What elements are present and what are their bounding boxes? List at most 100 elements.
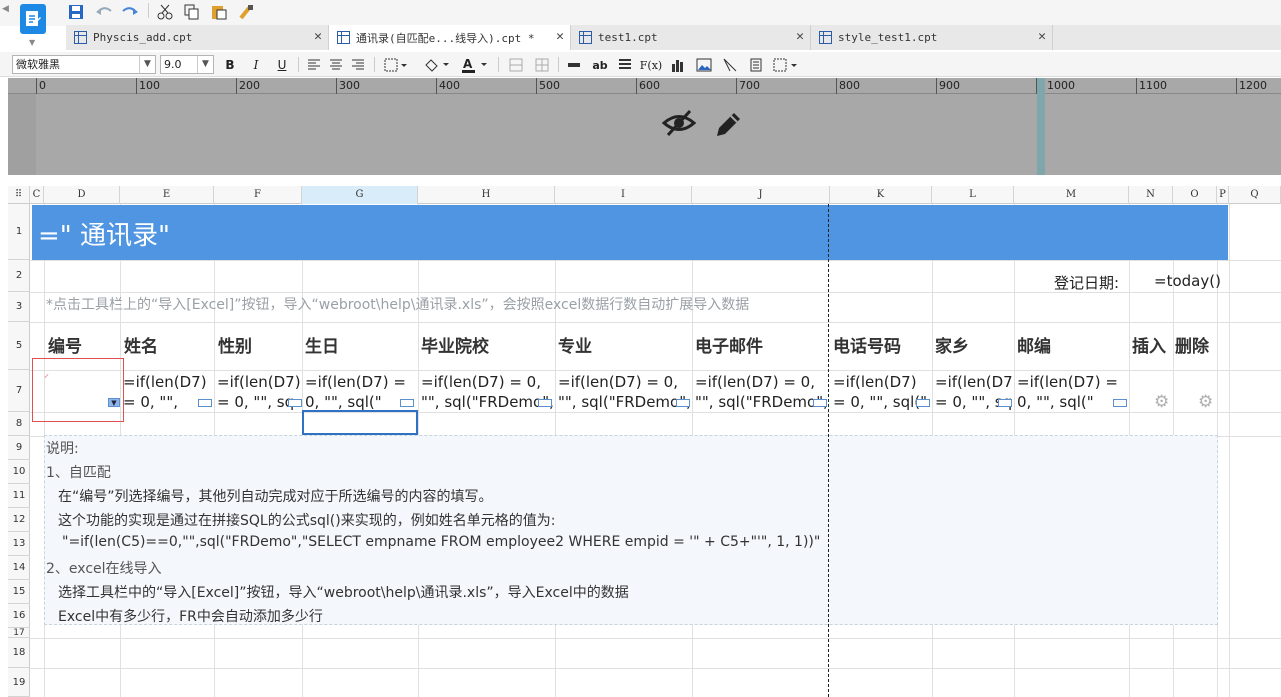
column-header[interactable]: G: [302, 186, 418, 204]
page-break-line: [828, 204, 829, 697]
edit-pencil-icon[interactable]: [712, 110, 744, 143]
cut-icon[interactable]: [155, 2, 175, 22]
column-header[interactable]: P: [1217, 186, 1229, 204]
column-header[interactable]: I: [555, 186, 692, 204]
border-icon[interactable]: [382, 56, 410, 74]
bold-button[interactable]: B: [222, 56, 238, 74]
formula-cell[interactable]: =if(len(D7) = 0, "", sql("FRDemo", ": [695, 372, 829, 412]
note-line: 这个功能的实现是通过在拼接SQL的公式sql()来实现的，例如姓名单元格的值为:: [58, 513, 556, 529]
row-header[interactable]: 2: [8, 260, 30, 292]
align-right-icon[interactable]: [350, 56, 366, 74]
align-left-icon[interactable]: [306, 56, 322, 74]
ruler-label: 0: [39, 79, 46, 92]
column-header[interactable]: F: [214, 186, 302, 204]
collapse-arrow-icon[interactable]: ◀: [2, 4, 9, 14]
tab-contacts[interactable]: 通讯录(自匹配e...线导入).cpt * ✕: [329, 25, 571, 50]
save-icon[interactable]: [66, 2, 86, 22]
format-painter-icon[interactable]: [236, 2, 256, 22]
formula-cell[interactable]: =if(len(D7) = 0, "", sql("FRDemo", ": [558, 372, 691, 412]
tab-physcis-add[interactable]: Physcis_add.cpt ✕: [66, 25, 329, 50]
tab-style-test1[interactable]: style_test1.cpt ✕: [811, 25, 1053, 50]
split-cells-icon[interactable]: [534, 56, 550, 74]
column-header[interactable]: M: [1014, 186, 1129, 204]
tab-test1[interactable]: test1.cpt ✕: [571, 25, 811, 50]
font-size-select[interactable]: 9.0 ▼: [160, 55, 214, 74]
sub-report-icon[interactable]: [748, 56, 764, 74]
page-header-area: 0 100 200 300 400 500 600 700 800 900 10…: [8, 78, 1281, 175]
row-header[interactable]: 9: [8, 436, 30, 460]
tab-bar: Physcis_add.cpt ✕ 通讯录(自匹配e...线导入).cpt * …: [66, 25, 1281, 50]
formula-button[interactable]: F(x): [640, 56, 662, 74]
note-line: 1、自匹配: [46, 465, 111, 481]
chevron-down-icon[interactable]: ▼: [197, 56, 213, 73]
row-header[interactable]: 14: [8, 556, 30, 580]
row-header[interactable]: 13: [8, 532, 30, 556]
column-header[interactable]: J: [692, 186, 830, 204]
insert-text-icon[interactable]: [566, 56, 582, 74]
column-header[interactable]: E: [120, 186, 214, 204]
delete-gear-icon[interactable]: ⚙: [1198, 392, 1213, 412]
row-header[interactable]: 15: [8, 580, 30, 604]
chart-icon[interactable]: [670, 56, 686, 74]
insert-gear-icon[interactable]: ⚙: [1154, 392, 1169, 412]
widget-marker-icon: [813, 399, 827, 407]
image-icon[interactable]: [696, 56, 712, 74]
row-header[interactable]: 16: [8, 604, 30, 628]
row-header[interactable]: 5: [8, 322, 30, 370]
row-header[interactable]: 17: [8, 628, 30, 638]
title-band[interactable]: [32, 205, 1228, 260]
row-header[interactable]: 8: [8, 412, 30, 436]
formula-cell[interactable]: =if(len(D7) = 0, "", sql(": [1017, 372, 1128, 412]
close-icon[interactable]: ✕: [1038, 29, 1046, 44]
paste-icon[interactable]: [209, 2, 229, 22]
date-formula-cell[interactable]: =today(): [1154, 272, 1221, 290]
row-header[interactable]: 10: [8, 460, 30, 484]
row-header[interactable]: 7: [8, 370, 30, 412]
selected-cell-g8[interactable]: [302, 410, 418, 435]
app-menu-chevron-icon[interactable]: ▼: [29, 38, 35, 47]
column-header[interactable]: N: [1129, 186, 1173, 204]
text-cell-button[interactable]: ab: [592, 56, 608, 74]
copy-icon[interactable]: [182, 2, 202, 22]
undo-icon[interactable]: [94, 2, 114, 22]
column-header[interactable]: H: [418, 186, 555, 204]
close-icon[interactable]: ✕: [556, 29, 564, 44]
font-family-select[interactable]: 微软雅黑 ▼: [12, 55, 156, 74]
italic-button[interactable]: I: [248, 56, 264, 74]
widget-icon[interactable]: [772, 56, 800, 74]
row-header[interactable]: 11: [8, 484, 30, 508]
row-header[interactable]: 18: [8, 638, 30, 668]
close-icon[interactable]: ✕: [314, 29, 322, 44]
column-header[interactable]: L: [932, 186, 1014, 204]
row-header[interactable]: 3: [8, 292, 30, 322]
fill-color-icon[interactable]: [422, 56, 452, 74]
grid-line: [30, 412, 1281, 413]
hide-eye-icon[interactable]: [661, 108, 697, 141]
page-boundary-marker[interactable]: [1037, 78, 1045, 175]
redo-icon[interactable]: [120, 2, 140, 22]
column-header[interactable]: Q: [1229, 186, 1281, 204]
row-header[interactable]: 1: [8, 204, 30, 260]
ruler-label: 100: [139, 79, 160, 92]
highlighted-cell-d7[interactable]: [32, 358, 124, 422]
rich-text-icon[interactable]: [617, 56, 633, 74]
merge-cells-icon[interactable]: [508, 56, 524, 74]
slash-cell-icon[interactable]: [722, 56, 738, 74]
font-color-icon[interactable]: A: [460, 56, 490, 74]
column-header[interactable]: D: [44, 186, 120, 204]
select-all-corner-icon[interactable]: ⠿: [8, 186, 30, 204]
row-header[interactable]: 12: [8, 508, 30, 532]
column-header[interactable]: K: [830, 186, 932, 204]
close-icon[interactable]: ✕: [796, 29, 804, 44]
chevron-down-icon[interactable]: ▼: [139, 56, 155, 73]
column-header[interactable]: O: [1173, 186, 1217, 204]
row-header[interactable]: 19: [8, 668, 30, 697]
header-delete: 删除: [1175, 337, 1209, 357]
formula-cell[interactable]: =if(len(D7) = 0, "", sql("FRDemo", ": [421, 372, 554, 412]
column-header[interactable]: C: [30, 186, 44, 204]
grid-line: [30, 668, 1281, 669]
report-grid[interactable]: ⠿ C D E F G H I J K L M N O P Q 1 2 3 5 …: [8, 186, 1281, 697]
underline-button[interactable]: U: [274, 56, 290, 74]
app-menu-logo-icon[interactable]: [20, 4, 46, 34]
align-center-icon[interactable]: [328, 56, 344, 74]
